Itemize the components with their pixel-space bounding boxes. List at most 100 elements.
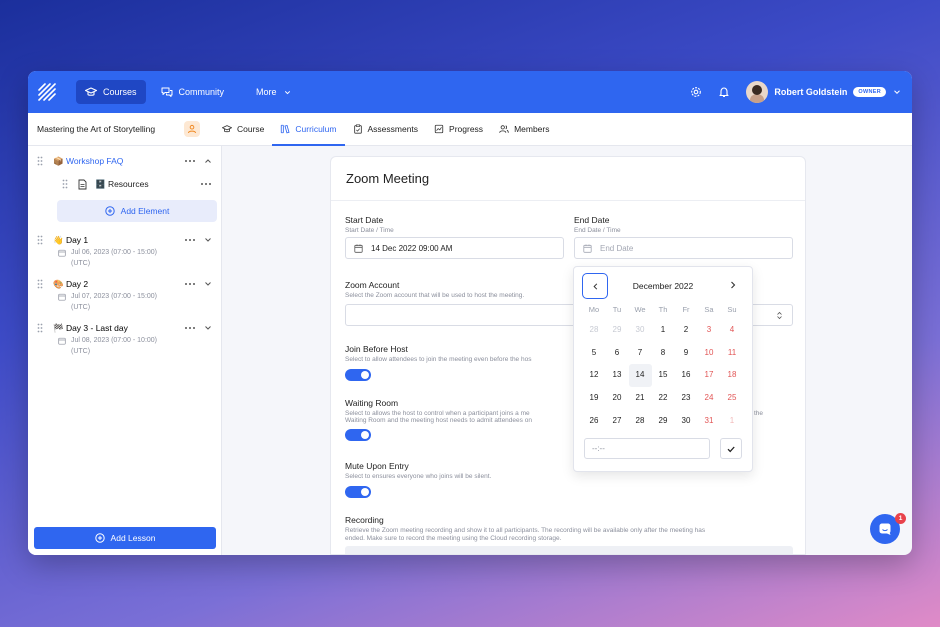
calendar-day[interactable]: 30: [629, 319, 652, 342]
calendar-icon: [583, 244, 592, 253]
bell-icon[interactable]: [718, 86, 730, 98]
waiting-room-toggle[interactable]: [345, 429, 371, 441]
tab-progress[interactable]: Progress: [426, 113, 491, 146]
calendar-day[interactable]: 1: [721, 410, 744, 433]
add-element-button[interactable]: Add Element: [57, 200, 217, 222]
tab-course[interactable]: Course: [214, 113, 272, 146]
calendar-day[interactable]: 23: [675, 387, 698, 410]
calendar-day[interactable]: 13: [606, 364, 629, 387]
sidebar-item-resources[interactable]: 🗄️ Resources: [28, 172, 221, 196]
calendar-day[interactable]: 27: [606, 410, 629, 433]
start-date-label: Start Date: [345, 215, 384, 225]
recording-options[interactable]: [345, 546, 793, 554]
weekday-header: Th: [658, 305, 668, 314]
calendar-day[interactable]: 3: [698, 319, 721, 342]
app-logo-icon[interactable]: [38, 83, 56, 101]
calendar-day[interactable]: 24: [698, 387, 721, 410]
sidebar-item-day-1[interactable]: 👋 Day 1 Jul 06, 2023 (07:00 - 15:00) (UTC…: [28, 233, 221, 269]
nav-community-label: Community: [178, 87, 225, 97]
calendar-day[interactable]: 28: [629, 410, 652, 433]
nav-community[interactable]: Community: [152, 80, 234, 104]
course-owner-icon[interactable]: [184, 121, 200, 137]
calendar-day[interactable]: 5: [583, 342, 606, 365]
calendar-day[interactable]: 26: [583, 410, 606, 433]
join-before-host-toggle[interactable]: [345, 369, 371, 381]
more-options-icon[interactable]: [200, 182, 212, 186]
start-date-input[interactable]: 14 Dec 2022 09:00 AM: [345, 237, 564, 259]
chevron-right-icon[interactable]: [728, 280, 738, 290]
calendar-day[interactable]: 30: [675, 410, 698, 433]
calendar-day[interactable]: 21: [629, 387, 652, 410]
weekday-header: Fr: [682, 305, 690, 314]
chevron-down-icon[interactable]: [204, 280, 212, 288]
recording-sublabel: Retrieve the Zoom meeting recording and …: [345, 527, 706, 534]
calendar-day[interactable]: 15: [652, 364, 675, 387]
calendar-day[interactable]: 4: [721, 319, 744, 342]
drag-handle-icon[interactable]: [62, 179, 68, 189]
drag-handle-icon[interactable]: [37, 156, 43, 166]
calendar-day[interactable]: 8: [652, 342, 675, 365]
calendar-day[interactable]: 20: [606, 387, 629, 410]
chevron-down-icon[interactable]: [204, 324, 212, 332]
calendar-day[interactable]: 11: [721, 342, 744, 365]
add-lesson-button[interactable]: Add Lesson: [34, 527, 216, 549]
calendar-day[interactable]: 6: [606, 342, 629, 365]
sidebar-item-label: 🗄️ Resources: [95, 178, 149, 189]
end-date-input[interactable]: End Date: [574, 237, 793, 259]
chevron-up-icon[interactable]: [204, 157, 212, 165]
calendar-day[interactable]: 17: [698, 364, 721, 387]
time-input[interactable]: --:--: [584, 438, 710, 459]
calendar-day[interactable]: 16: [675, 364, 698, 387]
weekday-header: Su: [727, 305, 737, 314]
user-name[interactable]: Robert Goldstein: [774, 87, 847, 97]
plus-circle-icon: [94, 533, 105, 543]
day-title: 👋 Day 1: [53, 234, 89, 245]
calendar-day[interactable]: 18: [721, 364, 744, 387]
calendar-day[interactable]: 28: [583, 319, 606, 342]
chart-icon: [434, 124, 444, 134]
nav-courses[interactable]: Courses: [76, 80, 146, 104]
calendar-day[interactable]: 12: [583, 364, 606, 387]
calendar-day[interactable]: 31: [698, 410, 721, 433]
calendar-day[interactable]: 10: [698, 342, 721, 365]
gear-icon[interactable]: [690, 86, 702, 98]
day-timezone: (UTC): [71, 304, 91, 311]
calendar-icon: [354, 244, 363, 253]
drag-handle-icon[interactable]: [37, 279, 43, 289]
calendar-day[interactable]: 19: [583, 387, 606, 410]
calendar-day[interactable]: 14: [628, 364, 652, 388]
sidebar-item-workshop-faq[interactable]: 📦 Workshop FAQ: [28, 150, 221, 172]
calendar-day[interactable]: 9: [675, 342, 698, 365]
calendar-day[interactable]: 22: [652, 387, 675, 410]
more-options-icon[interactable]: [184, 159, 196, 163]
chevron-down-icon[interactable]: [892, 87, 902, 97]
tab-assessments[interactable]: Assessments: [345, 113, 427, 146]
more-options-icon[interactable]: [184, 282, 196, 286]
chevron-down-icon: [284, 90, 290, 94]
drag-handle-icon[interactable]: [37, 235, 43, 245]
calendar-day[interactable]: 1: [652, 319, 675, 342]
previous-month-button[interactable]: [582, 273, 608, 299]
confirm-button[interactable]: [720, 438, 742, 459]
add-element-label: Add Element: [120, 206, 170, 216]
calendar-day[interactable]: 7: [629, 342, 652, 365]
calendar-day[interactable]: 29: [652, 410, 675, 433]
nav-more[interactable]: More: [247, 81, 301, 103]
more-options-icon[interactable]: [184, 326, 196, 330]
sidebar-item-day-2[interactable]: 🎨 Day 2 Jul 07, 2023 (07:00 - 15:00) (UTC…: [28, 277, 221, 313]
calendar-day[interactable]: 29: [606, 319, 629, 342]
date-picker-popup: December 2022 Mo Tu We Th Fr Sa Su 28 29 30 1 2 3 4 5 6…: [573, 266, 753, 472]
tab-curriculum[interactable]: Curriculum: [272, 113, 345, 146]
calendar-day[interactable]: 25: [721, 387, 744, 410]
recording-label: Recording: [345, 515, 384, 525]
more-options-icon[interactable]: [184, 238, 196, 242]
chevron-down-icon[interactable]: [204, 236, 212, 244]
sidebar-item-day-3[interactable]: 🏁 Day 3 - Last day Jul 08, 2023 (07:00 -…: [28, 321, 221, 357]
tab-assessments-label: Assessments: [367, 124, 419, 134]
calendar-day[interactable]: 2: [675, 319, 698, 342]
mute-upon-entry-toggle[interactable]: [345, 486, 371, 498]
avatar[interactable]: [746, 81, 769, 103]
tab-members[interactable]: Members: [491, 113, 557, 146]
drag-handle-icon[interactable]: [37, 323, 43, 333]
recording-sublabel-2: ended. Make sure to record the meeting u…: [345, 535, 562, 542]
